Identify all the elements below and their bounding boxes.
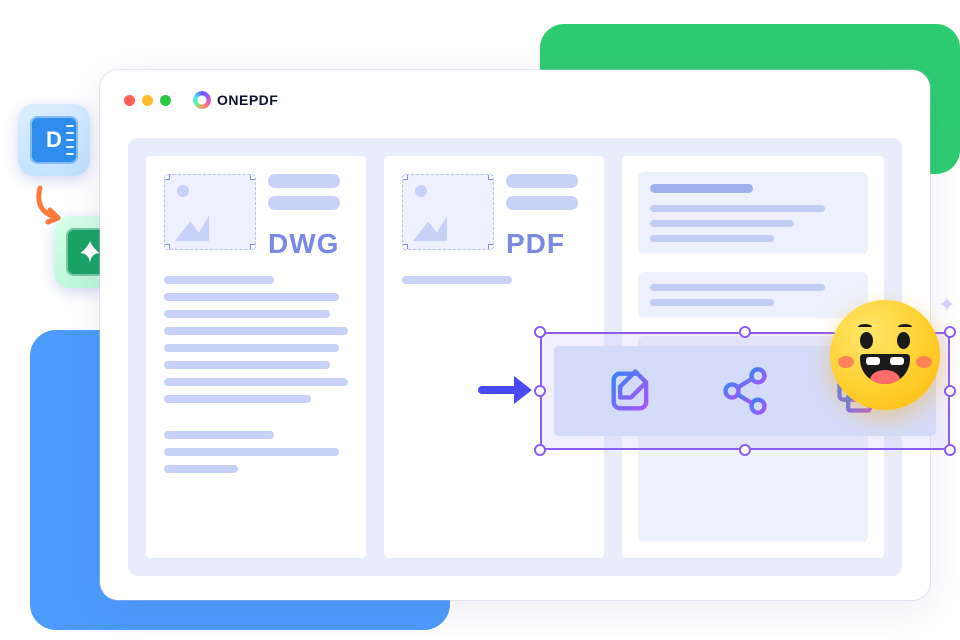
skeleton-bar	[268, 196, 340, 210]
selection-handle[interactable]	[944, 385, 956, 397]
selection-handle[interactable]	[944, 326, 956, 338]
happy-emoji-icon	[830, 300, 940, 410]
brand-logo: ONEPDF	[193, 91, 278, 109]
target-format-label: PDF	[506, 228, 586, 260]
source-format-label: DWG	[268, 228, 348, 260]
side-panel-block	[638, 172, 868, 254]
selection-handle[interactable]	[944, 444, 956, 456]
image-placeholder-icon	[164, 174, 256, 250]
selection-handle[interactable]	[739, 326, 751, 338]
source-document: DWG	[146, 156, 366, 558]
window-close-button[interactable]	[124, 95, 135, 106]
dwg-file-badge: D	[18, 104, 90, 176]
skeleton-bar	[506, 174, 578, 188]
image-placeholder-icon	[402, 174, 494, 250]
dwg-letter: D	[46, 127, 62, 153]
brand-swirl-icon	[193, 91, 211, 109]
window-zoom-button[interactable]	[160, 95, 171, 106]
window-minimize-button[interactable]	[142, 95, 153, 106]
titlebar: ONEPDF	[100, 70, 930, 130]
skeleton-bar	[506, 196, 578, 210]
selection-handle[interactable]	[534, 326, 546, 338]
selection-handle[interactable]	[534, 444, 546, 456]
skeleton-bar	[268, 174, 340, 188]
selection-handle[interactable]	[534, 385, 546, 397]
brand-name: ONEPDF	[217, 92, 278, 108]
selection-handle[interactable]	[739, 444, 751, 456]
side-panel-block	[638, 272, 868, 318]
share-icon[interactable]	[719, 365, 771, 417]
sparkle-decor: ✦	[938, 292, 956, 318]
edit-icon[interactable]	[605, 365, 657, 417]
conversion-arrow-icon	[478, 370, 538, 410]
